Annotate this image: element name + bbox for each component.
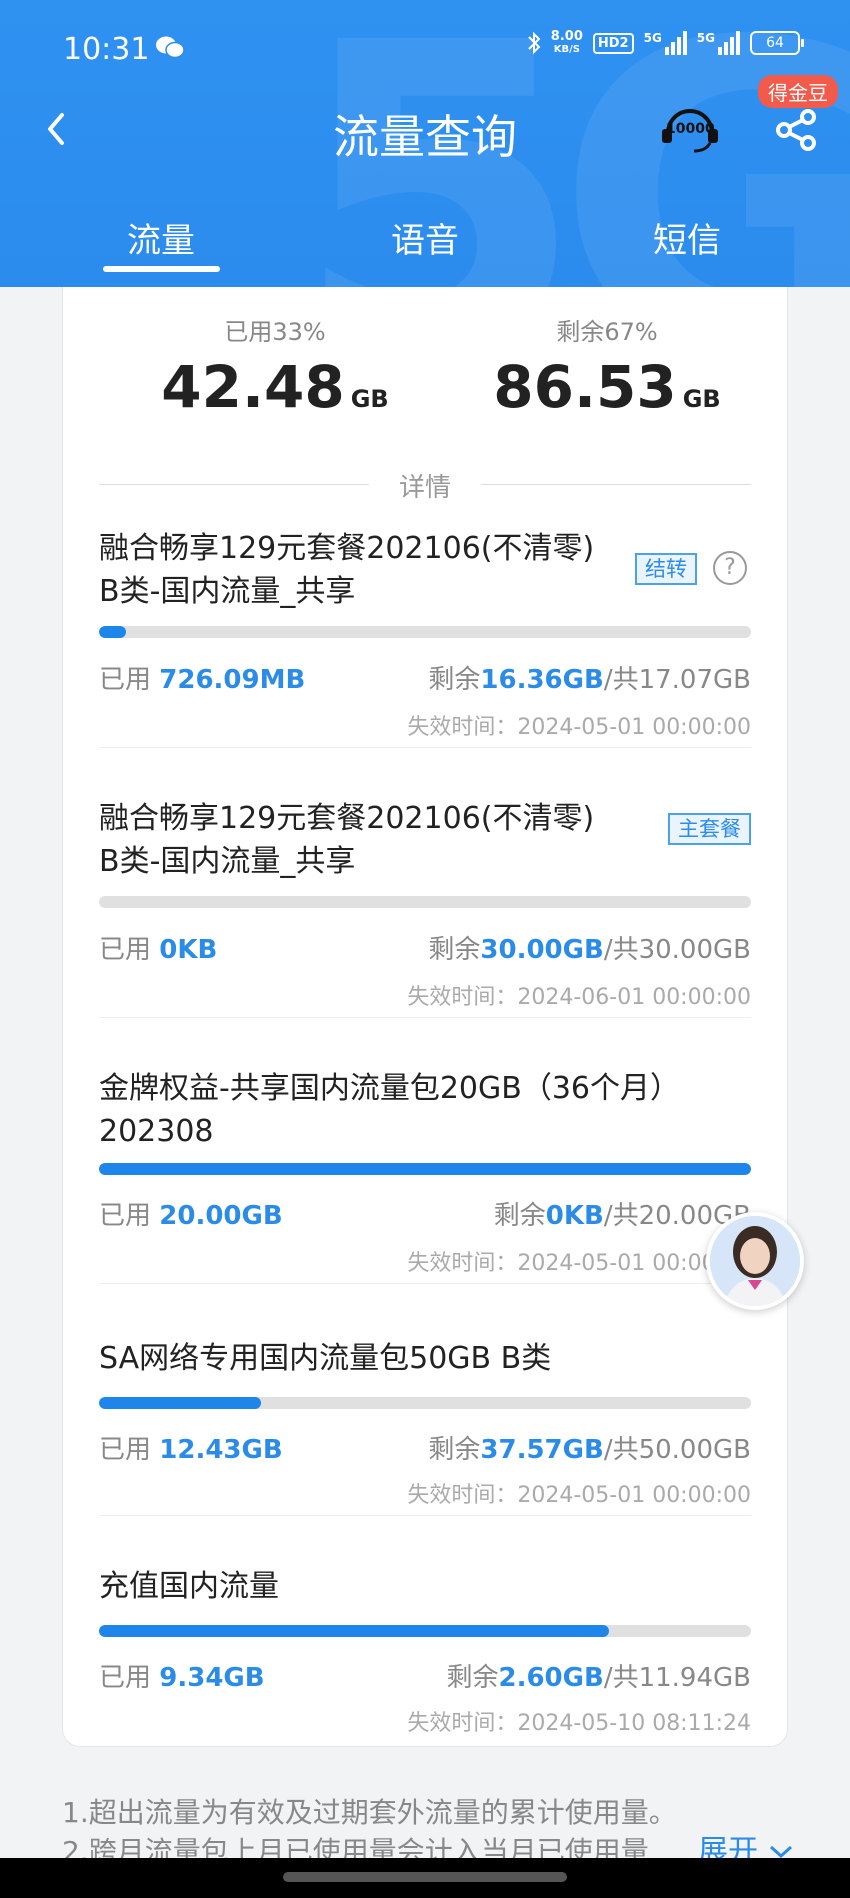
net-speed: 8.00 KB/S [550, 29, 583, 55]
used-amount: 已用 20.00GB [99, 1201, 283, 1231]
status-icons: 8.00 KB/S HD2 5G 5G 64 [527, 29, 804, 56]
detail-divider: 详情 [99, 467, 751, 503]
usage-progress-bar [99, 1625, 751, 1637]
data-usage-card: 已用33% 42.48 GB 剩余67% 86.53 GB 详情 融合畅享129元套… [62, 287, 788, 1747]
expiry-time: 失效时间：2024-05-01 00:00:00 [407, 1483, 751, 1508]
page-title: 流量查询 [333, 110, 517, 164]
package-name: SA网络专用国内流量包50GB B类 [99, 1341, 552, 1376]
assistant-portrait-icon [710, 1216, 800, 1306]
expiry-time: 失效时间：2024-06-01 00:00:00 [407, 985, 751, 1010]
used-amount: 已用 0KB [99, 935, 218, 965]
used-amount: 已用 726.09MB [99, 665, 306, 695]
signal-1-icon: 5G [644, 31, 687, 55]
used-amount: 42.48 GB [161, 353, 389, 421]
battery-icon: 64 [750, 31, 804, 55]
remain-amount: 86.53 GB [493, 353, 721, 421]
nav-bar: 流量查询 10000 得金豆 [0, 75, 850, 165]
detail-label: 详情 [398, 473, 451, 503]
expiry-time: 失效时间：2024-05-10 08:11:24 [407, 1711, 751, 1736]
used-percent-label: 已用33% [224, 318, 326, 346]
divider [99, 1017, 751, 1018]
remain-summary: 剩余67% 86.53 GB [457, 312, 757, 421]
package-name: 融合畅享129元套餐202106(不清零) B类-国内流量_共享 [99, 801, 595, 879]
status-bar: 10:31 8.00 KB/S HD2 5G 5G 64 [0, 0, 850, 100]
usage-progress-bar [99, 896, 751, 908]
usage-progress-bar [99, 1397, 751, 1409]
footnote-1: 1.超出流量为有效及过期套外流量的累计使用量。 [62, 1796, 677, 1829]
header: 5G 10:31 8.00 KB/S HD2 5G 5G 64 流量查询 100… [0, 0, 850, 287]
tab-voice[interactable]: 语音 [335, 213, 515, 262]
used-summary: 已用33% 42.48 GB [125, 312, 425, 421]
status-time: 10:31 [63, 32, 150, 67]
package-item: SA网络专用国内流量包50GB B类 已用 12.43GB 剩余37.57GB/… [99, 1337, 751, 1567]
remain-amount: 剩余30.00GB/共30.00GB [428, 935, 751, 965]
carryover-tag: 结转 [635, 553, 697, 585]
help-icon[interactable]: ? [713, 551, 747, 585]
package-item: 充值国内流量 已用 9.34GB 剩余2.60GB/共11.94GB 失效时间：… [99, 1565, 751, 1745]
remain-percent-label: 剩余67% [556, 318, 658, 346]
used-amount: 已用 12.43GB [99, 1435, 283, 1465]
remain-amount: 剩余16.36GB/共17.07GB [428, 665, 751, 695]
remain-amount: 剩余37.57GB/共50.00GB [428, 1435, 751, 1465]
usage-progress-bar [99, 1163, 751, 1175]
expiry-time: 失效时间：2024-05-01 00:00:00 [407, 1251, 751, 1276]
package-item: 融合畅享129元套餐202106(不清零) B类-国内流量_共享 结转 ? 已用… [99, 527, 751, 797]
package-name: 充值国内流量 [99, 1569, 279, 1604]
used-amount: 已用 9.34GB [99, 1663, 265, 1693]
home-indicator[interactable] [283, 1872, 567, 1882]
package-name: 金牌权益-共享国内流量包20GB（36个月）202308 [99, 1071, 681, 1149]
system-nav-bar [0, 1858, 850, 1898]
package-name: 融合畅享129元套餐202106(不清零) B类-国内流量_共享 [99, 531, 595, 609]
remain-amount: 剩余2.60GB/共11.94GB [446, 1663, 751, 1693]
divider [99, 747, 751, 748]
bluetooth-icon [528, 31, 541, 55]
remain-amount: 剩余0KB/共20.00GB [493, 1201, 751, 1231]
divider [99, 1283, 751, 1284]
wechat-icon [156, 36, 185, 59]
tab-data[interactable]: 流量 [71, 213, 251, 262]
package-item: 金牌权益-共享国内流量包20GB（36个月）202308 已用 20.00GB … [99, 1067, 751, 1337]
tab-indicator [103, 266, 220, 272]
main-plan-tag: 主套餐 [668, 813, 751, 845]
tab-sms[interactable]: 短信 [597, 213, 777, 262]
divider [99, 1515, 751, 1516]
share-icon[interactable] [772, 107, 822, 153]
package-item: 融合畅享129元套餐202106(不清零) B类-国内流量_共享 主套餐 已用 … [99, 797, 751, 1067]
gold-bean-badge[interactable]: 得金豆 [758, 75, 838, 108]
expiry-time: 失效时间：2024-05-01 00:00:00 [407, 715, 751, 740]
assistant-avatar[interactable] [706, 1212, 804, 1310]
signal-2-icon: 5G [697, 31, 740, 55]
hotline-10000-button[interactable]: 10000 [660, 105, 720, 153]
usage-progress-bar [99, 626, 751, 638]
tab-bar: 流量 语音 短信 [0, 205, 850, 285]
hd-icon: HD2 [592, 32, 634, 54]
hotline-label: 10000 [666, 121, 715, 137]
